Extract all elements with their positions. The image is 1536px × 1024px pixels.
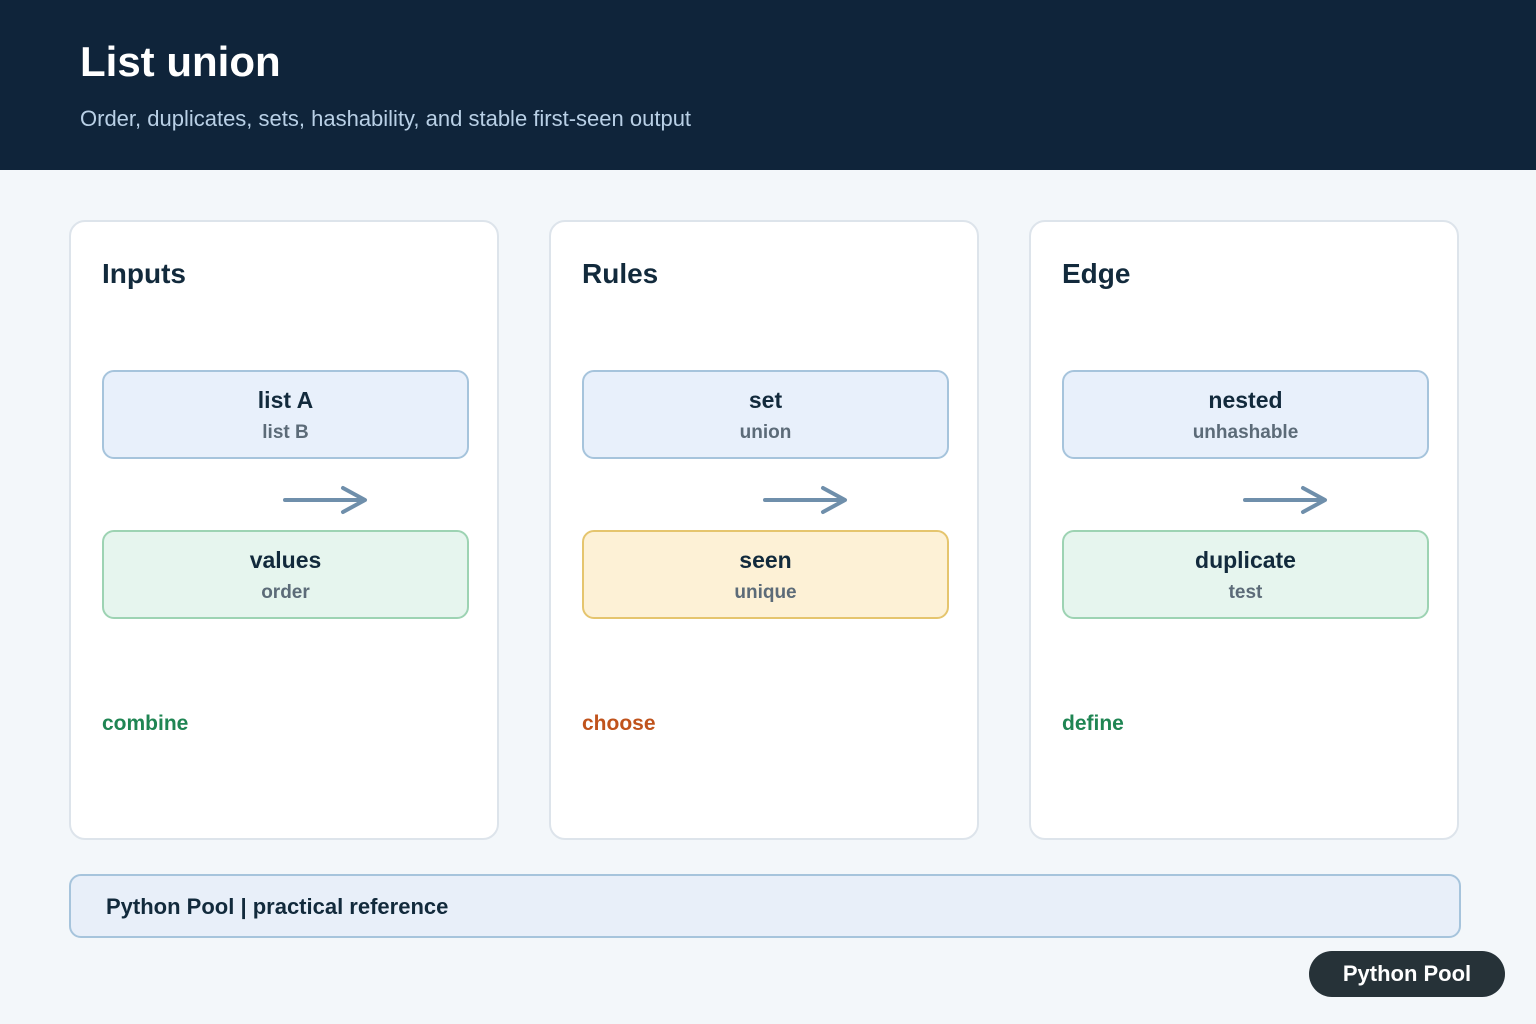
card-title: Inputs [102, 258, 186, 289]
top-node: list A list B [102, 370, 469, 459]
node-subtitle: list B [262, 422, 309, 443]
node-title: values [249, 547, 322, 573]
card-rules: Rules set union seen unique choose [549, 220, 979, 840]
card-edge: Edge nested unhashable duplicate test de… [1029, 220, 1459, 840]
footer-text: Python Pool | practical reference [106, 894, 449, 919]
node-subtitle: union [739, 422, 792, 443]
card-action-label: choose [582, 712, 656, 735]
node-title: duplicate [1195, 547, 1296, 573]
node-subtitle: order [261, 582, 310, 603]
right-arrow-icon [763, 486, 847, 514]
top-node: set union [582, 370, 949, 459]
page-subtitle: Order, duplicates, sets, hashability, an… [80, 106, 692, 131]
right-arrow-icon [1243, 486, 1327, 514]
footer-bar: Python Pool | practical reference [69, 874, 1461, 938]
node-title: nested [1208, 387, 1283, 413]
card-inputs: Inputs list A list B values order combin… [69, 220, 499, 840]
node-title: list A [257, 387, 314, 413]
python-pool-badge[interactable]: Python Pool [1309, 951, 1505, 997]
page-title: List union [80, 38, 281, 85]
top-node: nested unhashable [1062, 370, 1429, 459]
node-subtitle: unhashable [1192, 422, 1299, 443]
card-action-label: define [1062, 712, 1124, 735]
node-title: set [748, 387, 783, 413]
node-subtitle: unique [734, 582, 797, 603]
bottom-node: duplicate test [1062, 530, 1429, 619]
header-banner: List union Order, duplicates, sets, hash… [0, 0, 1536, 170]
card-title: Rules [582, 258, 659, 289]
node-subtitle: test [1228, 582, 1263, 603]
bottom-node: values order [102, 530, 469, 619]
bottom-node: seen unique [582, 530, 949, 619]
node-title: seen [739, 547, 792, 573]
right-arrow-icon [283, 486, 367, 514]
card-action-label: combine [102, 712, 189, 735]
card-title: Edge [1062, 258, 1131, 289]
